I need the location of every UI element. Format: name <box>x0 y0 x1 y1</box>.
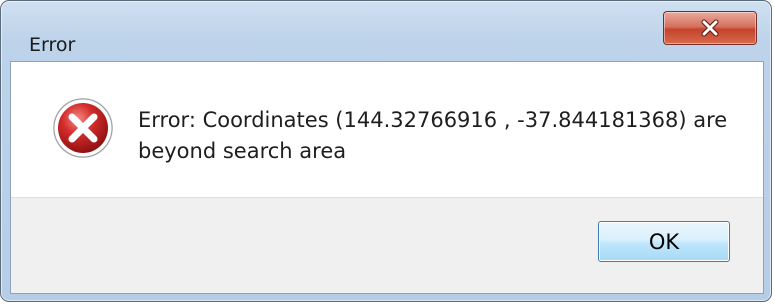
button-bar: OK <box>11 197 763 293</box>
close-icon <box>701 19 719 37</box>
window-title: Error <box>29 34 76 56</box>
error-dialog-window: Error Error: Coordinates (144.32766916 ,… <box>0 0 772 302</box>
title-bar[interactable]: Error <box>1 1 771 56</box>
error-icon <box>53 98 113 158</box>
dialog-content: Error: Coordinates (144.32766916 , -37.8… <box>10 61 764 294</box>
close-button[interactable] <box>663 11 757 45</box>
ok-button[interactable]: OK <box>598 221 730 262</box>
error-message: Error: Coordinates (144.32766916 , -37.8… <box>138 108 728 163</box>
message-area: Error: Coordinates (144.32766916 , -37.8… <box>11 62 763 197</box>
